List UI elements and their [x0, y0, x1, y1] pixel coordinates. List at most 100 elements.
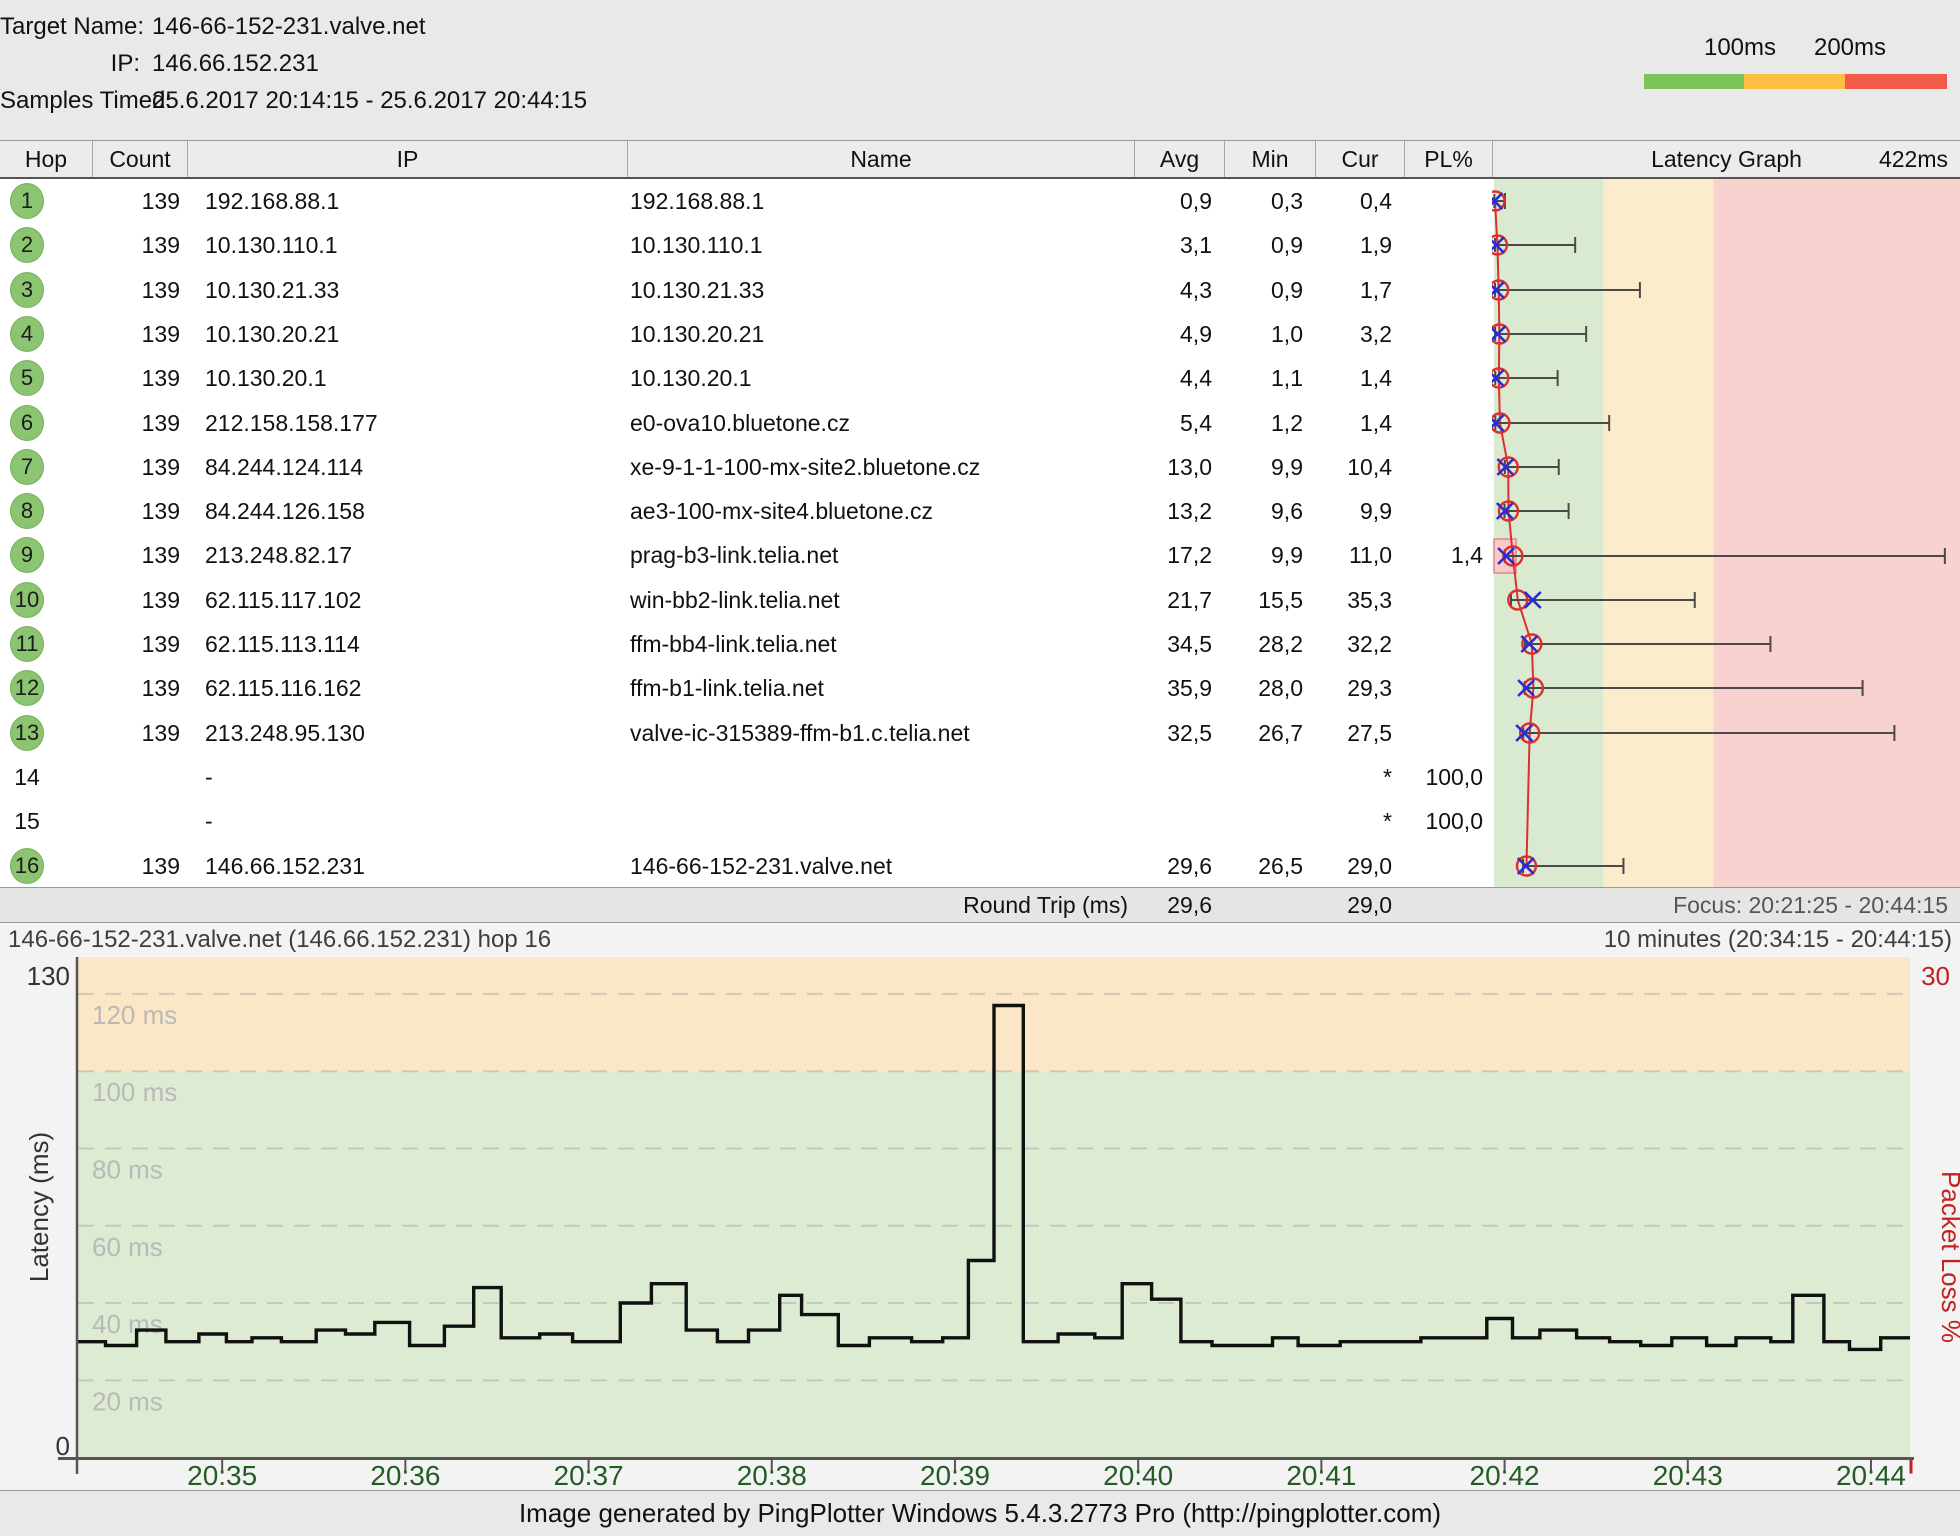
cell-count: 139: [92, 533, 180, 577]
svg-text:0: 0: [56, 1431, 70, 1461]
col-header-hop[interactable]: Hop: [0, 141, 92, 177]
cell-cur: 1,9: [1305, 223, 1392, 267]
cell-count: 139: [92, 312, 180, 356]
footer-credit: Image generated by PingPlotter Windows 5…: [0, 1490, 1960, 1536]
timeline-title: 146-66-152-231.valve.net (146.66.152.231…: [8, 923, 551, 957]
hop-badge: 11: [10, 626, 44, 662]
cell-min: 0,9: [1215, 268, 1303, 312]
hop-number: 14: [0, 755, 54, 799]
cell-min: 0,3: [1215, 179, 1303, 223]
round-trip-row: Round Trip (ms) 29,6 29,0 Focus: 20:21:2…: [0, 887, 1960, 923]
cell-count: 139: [92, 356, 180, 400]
cell-ip: 213.248.82.17: [205, 533, 625, 577]
cell-cur: *: [1305, 755, 1392, 799]
col-header-cur[interactable]: Cur: [1315, 141, 1404, 177]
cell-min: 9,6: [1215, 489, 1303, 533]
cell-ip: 10.130.21.33: [205, 268, 625, 312]
cell-min: 26,5: [1215, 844, 1303, 888]
cell-name: valve-ic-315389-ffm-b1.c.telia.net: [630, 711, 1130, 755]
cell-avg: [1124, 755, 1212, 799]
cell-count: 139: [92, 401, 180, 445]
cell-avg: 4,9: [1124, 312, 1212, 356]
hop-badge: 12: [10, 670, 44, 706]
focus-range-label: Focus: 20:21:25 - 20:44:15: [1500, 888, 1948, 922]
cell-min: 0,9: [1215, 223, 1303, 267]
svg-text:120 ms: 120 ms: [92, 1000, 177, 1030]
cell-count: 139: [92, 711, 180, 755]
cell-name: [630, 755, 1130, 799]
cell-pl: [1395, 666, 1483, 710]
cell-avg: 21,7: [1124, 578, 1212, 622]
col-header-name[interactable]: Name: [627, 141, 1134, 177]
col-header-avg[interactable]: Avg: [1134, 141, 1224, 177]
cell-count: 139: [92, 179, 180, 223]
cell-name: [630, 799, 1130, 843]
cell-avg: 3,1: [1124, 223, 1212, 267]
cell-pl: 100,0: [1395, 799, 1483, 843]
cell-ip: 10.130.20.1: [205, 356, 625, 400]
cell-avg: 5,4: [1124, 401, 1212, 445]
cell-min: 9,9: [1215, 533, 1303, 577]
svg-text:130: 130: [27, 961, 70, 991]
col-header-ip[interactable]: IP: [187, 141, 627, 177]
cell-name: e0-ova10.bluetone.cz: [630, 401, 1130, 445]
cell-avg: 32,5: [1124, 711, 1212, 755]
cell-min: 9,9: [1215, 445, 1303, 489]
cell-pl: [1395, 711, 1483, 755]
col-header-min[interactable]: Min: [1224, 141, 1315, 177]
cell-count: 139: [92, 844, 180, 888]
cell-min: 28,2: [1215, 622, 1303, 666]
hop-badge: 6: [10, 405, 44, 441]
cell-pl: [1395, 445, 1483, 489]
legend-red-segment: [1845, 74, 1947, 89]
legend-yellow-segment: [1744, 74, 1845, 89]
legend-green-segment: [1644, 74, 1744, 89]
cell-name: 10.130.20.1: [630, 356, 1130, 400]
cell-avg: 0,9: [1124, 179, 1212, 223]
cell-pl: [1395, 179, 1483, 223]
cell-ip: 84.244.124.114: [205, 445, 625, 489]
cell-cur: *: [1305, 799, 1392, 843]
samples-timed-label: Samples Timed:: [0, 86, 140, 116]
svg-text:20:36: 20:36: [370, 1460, 440, 1490]
svg-text:20:35: 20:35: [187, 1460, 257, 1490]
cell-min: 26,7: [1215, 711, 1303, 755]
cell-name: 10.130.21.33: [630, 268, 1130, 312]
svg-text:20:40: 20:40: [1103, 1460, 1173, 1490]
cell-cur: 1,4: [1305, 401, 1392, 445]
cell-min: 15,5: [1215, 578, 1303, 622]
cell-min: 28,0: [1215, 666, 1303, 710]
cell-pl: [1395, 844, 1483, 888]
col-header-count[interactable]: Count: [92, 141, 187, 177]
cell-ip: 10.130.20.21: [205, 312, 625, 356]
cell-cur: 3,2: [1305, 312, 1392, 356]
hop-number: 15: [0, 799, 54, 843]
svg-text:30: 30: [1921, 961, 1950, 991]
cell-count: 139: [92, 666, 180, 710]
cell-pl: [1395, 223, 1483, 267]
svg-text:20:39: 20:39: [920, 1460, 990, 1490]
cell-avg: 17,2: [1124, 533, 1212, 577]
svg-text:100 ms: 100 ms: [92, 1077, 177, 1107]
cell-avg: 35,9: [1124, 666, 1212, 710]
timeline-title-strip: 146-66-152-231.valve.net (146.66.152.231…: [0, 923, 1960, 957]
cell-ip: -: [205, 755, 625, 799]
cell-min: [1215, 755, 1303, 799]
svg-text:20:41: 20:41: [1286, 1460, 1356, 1490]
col-header-pl[interactable]: PL%: [1404, 141, 1492, 177]
cell-pl: [1395, 268, 1483, 312]
hop-badge: 13: [10, 715, 44, 751]
cell-count: [92, 799, 180, 843]
latency-whisker-graph: [1492, 179, 1960, 887]
summary-header: Target Name: 146-66-152-231.valve.net IP…: [0, 0, 1960, 141]
ip-label: IP:: [0, 49, 140, 79]
timeline-window-label: 10 minutes (20:34:15 - 20:44:15): [1604, 923, 1952, 957]
hop-badge: 3: [10, 272, 44, 308]
cell-pl: 100,0: [1395, 755, 1483, 799]
hop-badge: 2: [10, 227, 44, 263]
hop-badge: 5: [10, 360, 44, 396]
cell-count: 139: [92, 445, 180, 489]
timeline-graph-area: 120 ms100 ms80 ms60 ms40 ms20 ms20:3520:…: [0, 957, 1960, 1490]
cell-ip: 213.248.95.130: [205, 711, 625, 755]
cell-cur: 35,3: [1305, 578, 1392, 622]
